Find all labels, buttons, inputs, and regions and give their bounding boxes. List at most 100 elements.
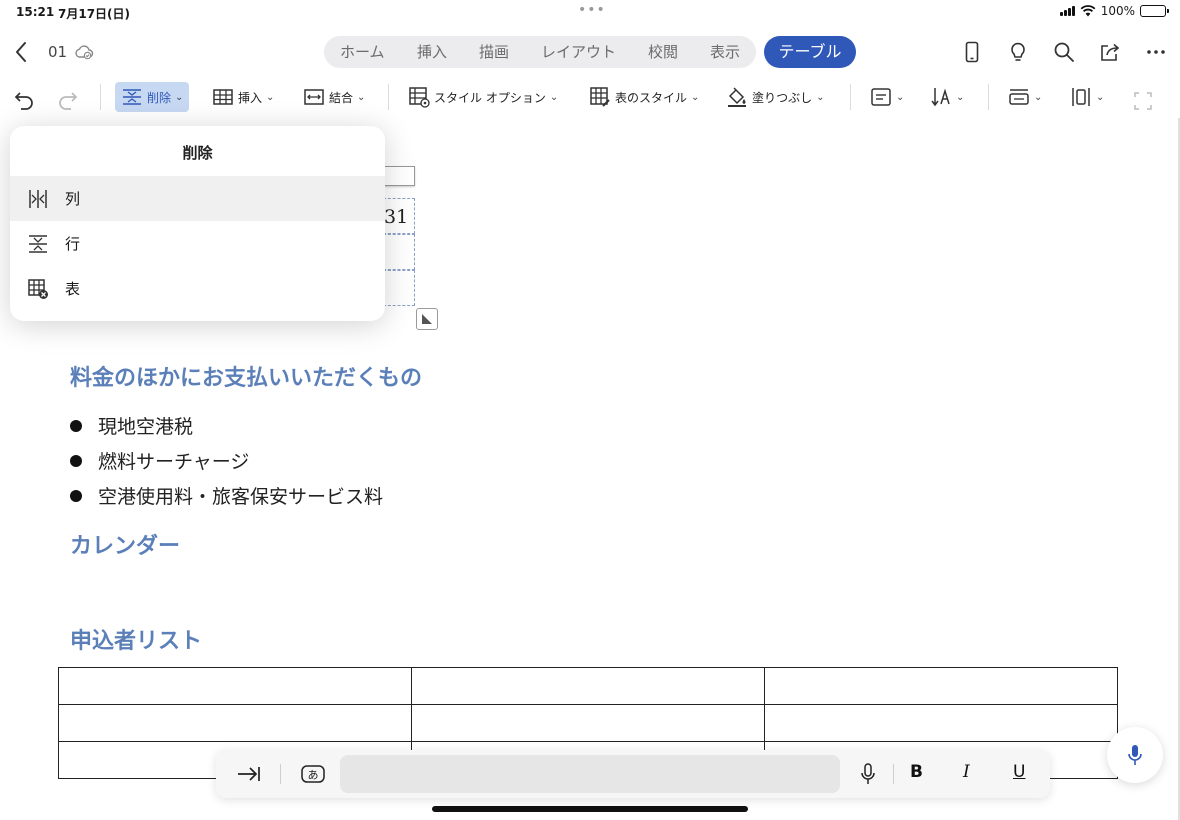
merge-button[interactable]: 結合 ⌄ [303,82,365,112]
chevron-down-icon: ⌄ [357,91,366,103]
redo-icon [59,92,78,110]
toolbar-divider [100,84,101,110]
row-height-button[interactable]: ⌄ [1008,82,1042,112]
table-styles-button[interactable]: 表のスタイル ⌄ [589,82,699,112]
tab-draw[interactable]: 描画 [479,36,509,68]
delete-row-icon [29,234,47,253]
lightbulb-icon[interactable] [1006,40,1030,64]
style-options-label: スタイル オプション [434,90,546,105]
cell-alignment-icon [871,88,891,106]
dictation-button[interactable] [1107,727,1163,783]
tab-view[interactable]: 表示 [710,36,740,68]
table-cell[interactable] [764,667,1118,705]
delete-table-label: 表 [65,280,81,298]
ribbon-tabs: ホーム 挿入 描画 レイアウト 校閲 表示 [324,36,756,68]
back-chevron-icon[interactable] [10,38,34,66]
table-column-handle[interactable] [383,166,415,186]
tab-key-icon[interactable] [236,762,262,786]
column-width-icon [1072,88,1090,106]
shading-label: 塗りつぶし [752,90,813,105]
text-input-field[interactable] [340,755,840,793]
chevron-down-icon: ⌄ [691,91,700,103]
chevron-down-icon: ⌄ [816,91,825,103]
top-nav: 01 ホーム 挿入 描画 レイアウト 校閲 表示 テーブル [0,30,1180,74]
microphone-icon[interactable] [858,762,878,786]
delete-button[interactable]: 削除 ⌄ [115,82,190,112]
chevron-down-icon: ⌄ [1096,91,1105,103]
bar-divider [893,764,894,784]
table-cell[interactable] [383,270,415,306]
list-item: 空港使用料・旅客保安サービス料 [70,478,383,513]
delete-table-icon [123,89,141,105]
tab-home[interactable]: ホーム [340,36,385,68]
delete-table-item[interactable]: 表 [10,266,385,311]
search-icon[interactable] [1052,40,1076,64]
table-row [58,704,1118,742]
row-height-icon [1009,89,1029,105]
multitasking-dots-icon[interactable]: ••• [578,2,606,18]
table-cell-text: 31 [384,206,409,228]
status-indicators: 100% [1059,4,1169,18]
insert-button[interactable]: 挿入 ⌄ [212,82,274,112]
tab-review[interactable]: 校閲 [648,36,678,68]
tab-table[interactable]: テーブル [764,36,856,68]
document-title[interactable]: 01 [48,43,67,61]
tab-layout[interactable]: レイアウト [541,36,616,68]
delete-column-icon [29,189,47,208]
battery-icon [1140,5,1169,17]
mobile-view-icon[interactable] [960,40,984,64]
cell-alignment-button[interactable]: ⌄ [870,82,904,112]
bullet-icon [70,454,82,467]
list-item: 現地空港税 [70,408,383,443]
table-cell[interactable] [411,667,765,705]
table-styles-icon [590,87,610,107]
home-indicator[interactable] [432,806,748,812]
chevron-down-icon: ⌄ [896,91,905,103]
chevron-down-icon: ⌄ [956,91,965,103]
table-cell[interactable] [383,234,415,270]
table-cell[interactable] [764,704,1118,742]
table-row [58,667,1118,705]
underline-button[interactable]: U [1013,762,1025,782]
heading-extra-charges: 料金のほかにお支払いいただくもの [70,366,423,391]
cloud-sync-icon [75,45,94,60]
toolbar-divider [988,84,989,110]
battery-percent: 100% [1100,4,1135,18]
delete-column-item[interactable]: 列 [10,176,385,221]
table-resize-handle[interactable] [416,308,438,330]
table-toolbar: 削除 ⌄ 挿入 ⌄ 結合 ⌄ スタイル オプション ⌄ 表のスタイル ⌄ 塗りつ… [0,78,1180,116]
share-icon[interactable] [1098,40,1122,64]
status-time: 15:21 [16,5,55,19]
table-cell[interactable] [411,704,765,742]
bullet-list: 現地空港税 燃料サーチャージ 空港使用料・旅客保安サービス料 [70,408,383,513]
delete-row-label: 行 [65,235,81,253]
bullet-icon [70,489,82,502]
heading-applicant-list: 申込者リスト [70,629,203,654]
tab-insert[interactable]: 挿入 [417,36,447,68]
bullet-icon [70,419,82,432]
list-item-text: 燃料サーチャージ [98,451,250,473]
italic-button[interactable]: I [963,762,970,782]
table-cell[interactable] [58,667,412,705]
toolbar-divider [388,84,389,110]
bar-divider [280,764,281,784]
table-styles-label: 表のスタイル [615,90,688,105]
japanese-input-icon[interactable]: あ [300,762,326,786]
wifi-icon [1080,5,1096,17]
style-options-button[interactable]: スタイル オプション ⌄ [408,82,558,112]
delete-table-icon [28,278,48,299]
bold-button[interactable]: B [910,762,923,782]
list-item: 燃料サーチャージ [70,443,383,478]
delete-column-label: 列 [65,190,81,208]
table-cell[interactable] [58,704,412,742]
shading-button[interactable]: 塗りつぶし ⌄ [726,82,825,112]
insert-table-icon [213,89,233,105]
paint-bucket-icon [728,87,746,107]
delete-row-item[interactable]: 行 [10,221,385,266]
chevron-down-icon: ⌄ [266,91,275,103]
undo-icon[interactable] [12,85,36,115]
text-direction-button[interactable]: ⌄ [930,82,964,112]
more-options-icon[interactable] [1144,40,1168,64]
column-width-button[interactable]: ⌄ [1070,82,1104,112]
popover-title: 削除 [182,144,213,162]
